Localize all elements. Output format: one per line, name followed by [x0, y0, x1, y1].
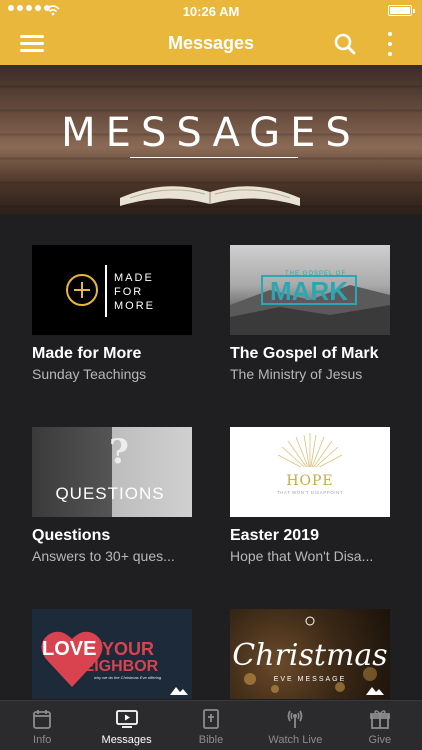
tab-give[interactable]: Give [338, 701, 422, 750]
series-subtitle: Hope that Won't Disa... [230, 548, 374, 564]
status-bar: 10:26 AM [0, 0, 422, 22]
hero-title: MESSAGES [61, 110, 361, 156]
tab-label: Messages [101, 734, 152, 746]
status-time: 10:26 AM [182, 4, 240, 19]
gift-icon [369, 710, 390, 729]
tab-messages[interactable]: Messages [84, 701, 168, 750]
svg-text:LOVE: LOVE [42, 638, 96, 660]
series-thumbnail: ? QUESTIONS [32, 427, 192, 517]
tab-label: Give [368, 734, 392, 746]
battery-icon [388, 5, 415, 16]
gospel-of-mark-artwork: THE GOSPEL OF MARK [230, 271, 390, 335]
series-subtitle: The Ministry of Jesus [230, 366, 363, 382]
svg-text:FOR: FOR [114, 286, 143, 298]
hero-underline [130, 157, 298, 158]
svg-text:?: ? [109, 432, 129, 472]
more-options-icon[interactable] [380, 32, 400, 56]
series-thumbnail: Christmas EVE MESSAGE [230, 609, 390, 699]
svg-text:MARK: MARK [270, 276, 348, 306]
series-card[interactable]: Christmas EVE MESSAGE [230, 609, 392, 699]
tab-label: Info [33, 734, 52, 746]
open-book-image [120, 186, 300, 206]
tab-watch-live[interactable]: Watch Live [253, 701, 337, 750]
broadcast-icon [288, 710, 303, 728]
series-subtitle: Answers to 30+ ques... [32, 548, 175, 564]
series-card[interactable]: MADE FOR MORE Made for More Sunday Teach… [32, 245, 194, 382]
series-thumbnail: LOVE YOUR NEIGHBOR why we do the Christm… [32, 609, 192, 699]
svg-text:Christmas: Christmas [232, 638, 387, 673]
series-card[interactable]: THE GOSPEL OF MARK The Gospel of Mark Th… [230, 245, 392, 382]
svg-text:NEIGHBOR: NEIGHBOR [72, 658, 159, 675]
tab-label: Bible [198, 734, 224, 746]
tab-info[interactable]: Info [0, 701, 84, 750]
page-title: Messages [167, 33, 255, 53]
calendar-icon [33, 710, 52, 729]
svg-text:MADE: MADE [114, 272, 154, 284]
love-your-neighbor-artwork: LOVE YOUR NEIGHBOR why we do the Christm… [41, 631, 188, 695]
tab-label: Watch Live [268, 734, 323, 746]
bible-icon [203, 709, 219, 729]
christmas-eve-artwork: Christmas EVE MESSAGE [232, 616, 388, 695]
svg-text:MORE: MORE [114, 300, 155, 312]
app-header: Messages [0, 22, 422, 65]
series-title: The Gospel of Mark [230, 345, 379, 362]
hero-banner: MESSAGES [0, 65, 422, 215]
series-subtitle: Sunday Teachings [32, 366, 147, 382]
series-thumbnail: HOPE THAT WON'T DISAPPOINT [230, 427, 390, 517]
svg-text:THAT WON'T DISAPPOINT: THAT WON'T DISAPPOINT [277, 490, 343, 495]
tab-bar: Info Messages Bible Watch Live Give [0, 700, 422, 750]
play-screen-icon [115, 710, 138, 728]
svg-text:YOUR: YOUR [102, 639, 154, 659]
series-thumbnail: THE GOSPEL OF MARK [230, 245, 390, 335]
series-card[interactable]: ? QUESTIONS Questions Answers to 30+ que… [32, 427, 194, 564]
questions-artwork: ? QUESTIONS [55, 432, 164, 503]
tab-bible[interactable]: Bible [169, 701, 253, 750]
series-title: Made for More [32, 345, 142, 362]
hope-artwork: HOPE THAT WON'T DISAPPOINT [277, 433, 343, 495]
series-thumbnail: MADE FOR MORE [32, 245, 192, 335]
svg-text:why we do the Christmas Eve of: why we do the Christmas Eve offering [94, 675, 162, 680]
svg-text:EVE MESSAGE: EVE MESSAGE [274, 676, 347, 683]
series-title: Easter 2019 [230, 527, 319, 544]
series-grid: MADE FOR MORE Made for More Sunday Teach… [0, 215, 422, 700]
svg-text:QUESTIONS: QUESTIONS [55, 484, 164, 503]
made-for-more-artwork: MADE FOR MORE [66, 265, 155, 317]
svg-text:HOPE: HOPE [286, 473, 333, 489]
search-icon[interactable] [334, 33, 356, 55]
series-card[interactable]: LOVE YOUR NEIGHBOR why we do the Christm… [32, 609, 194, 699]
series-title: Questions [32, 527, 111, 544]
series-card[interactable]: HOPE THAT WON'T DISAPPOINT Easter 2019 H… [230, 427, 392, 564]
